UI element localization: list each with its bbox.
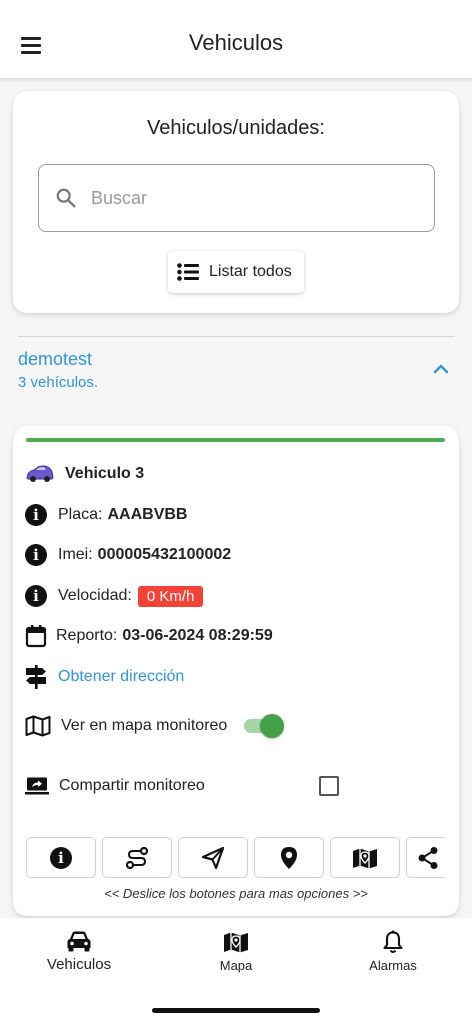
- map-monitor-row: Ver en mapa monitoreo: [25, 713, 227, 739]
- share-monitor-checkbox[interactable]: [319, 776, 339, 796]
- send-command-button[interactable]: [178, 837, 248, 878]
- car-icon: [26, 465, 54, 482]
- action-buttons-strip[interactable]: i: [26, 837, 445, 879]
- nav-vehiculos[interactable]: Vehiculos: [14, 930, 144, 973]
- share-row: Compartir monitoreo: [25, 773, 205, 799]
- location-button[interactable]: [254, 837, 324, 878]
- map-icon: [224, 932, 248, 953]
- map-button[interactable]: [330, 837, 400, 878]
- chevron-up-icon[interactable]: [432, 362, 450, 376]
- report-row: Reporto: 03-06-2024 08:29:59: [25, 623, 273, 649]
- search-card-title: Vehiculos/unidades:: [147, 117, 325, 139]
- share-screen-icon: [25, 777, 49, 795]
- speed-row: i Velocidad: 0 Km/h: [25, 583, 204, 609]
- map-monitor-toggle[interactable]: [244, 714, 284, 738]
- home-indicator: [152, 1008, 320, 1013]
- search-icon: [56, 188, 76, 208]
- speed-badge: 0 Km/h: [137, 585, 204, 607]
- info-button[interactable]: i: [26, 837, 96, 878]
- list-all-button[interactable]: Listar todos: [168, 251, 304, 293]
- group-vehicle-count: 3 vehículos.: [18, 374, 99, 391]
- search-box[interactable]: [38, 164, 435, 232]
- status-indicator-bar: [26, 438, 445, 442]
- share-icon: [418, 846, 438, 869]
- toggle-thumb: [260, 714, 284, 738]
- nav-mapa[interactable]: Mapa: [171, 930, 301, 973]
- nav-label: Mapa: [219, 958, 253, 973]
- nav-label: Alarmas: [369, 958, 417, 973]
- info-icon: i: [25, 585, 47, 607]
- search-card: Vehiculos/unidades: Listar todos: [13, 91, 459, 313]
- list-icon: [177, 263, 199, 281]
- scroll-hint: << Deslice los botones para mas opciones…: [104, 886, 368, 901]
- vehicle-name: Vehiculo 3: [65, 465, 145, 482]
- info-icon: i: [25, 504, 47, 526]
- search-input[interactable]: [91, 181, 421, 215]
- plate-value: AAABVBB: [107, 506, 188, 523]
- map-icon: [353, 848, 377, 868]
- signpost-icon: [26, 665, 46, 689]
- report-datetime: 03-06-2024 08:29:59: [122, 627, 273, 644]
- plate-label: Placa:: [58, 506, 103, 523]
- vehicle-card[interactable]: Vehiculo 3 i Placa: AAABVBB i Imei: 0000…: [13, 426, 459, 916]
- imei-label: Imei:: [58, 546, 93, 563]
- plate-row: i Placa: AAABVBB: [25, 502, 187, 528]
- calendar-icon: [25, 625, 47, 648]
- app-bar: Vehiculos: [0, 0, 472, 78]
- info-icon: i: [50, 846, 72, 869]
- report-label: Reporto:: [56, 627, 118, 644]
- imei-row: i Imei: 000005432100002: [25, 542, 231, 568]
- bell-icon: [383, 930, 403, 953]
- share-button[interactable]: [406, 837, 445, 878]
- group-name[interactable]: demotest: [18, 349, 92, 370]
- address-row: Obtener dirección: [25, 664, 184, 690]
- route-icon: [125, 846, 149, 869]
- send-icon: [201, 846, 225, 869]
- info-icon: i: [25, 544, 47, 566]
- speed-label: Velocidad:: [58, 587, 132, 604]
- list-all-label: Listar todos: [209, 263, 292, 280]
- page-title: Vehiculos: [188, 30, 284, 55]
- vehicle-header: Vehiculo 3: [25, 461, 144, 487]
- route-button[interactable]: [102, 837, 172, 878]
- location-pin-icon: [281, 846, 297, 869]
- divider: [18, 336, 455, 337]
- imei-value: 000005432100002: [97, 546, 232, 563]
- get-address-link[interactable]: Obtener dirección: [58, 668, 184, 686]
- nav-label: Vehiculos: [46, 956, 112, 973]
- nav-alarmas[interactable]: Alarmas: [328, 930, 458, 973]
- map-outline-icon: [25, 715, 51, 737]
- share-monitor-label: Compartir monitoreo: [59, 777, 205, 794]
- car-icon: [67, 931, 91, 952]
- map-monitor-label: Ver en mapa monitoreo: [61, 717, 228, 734]
